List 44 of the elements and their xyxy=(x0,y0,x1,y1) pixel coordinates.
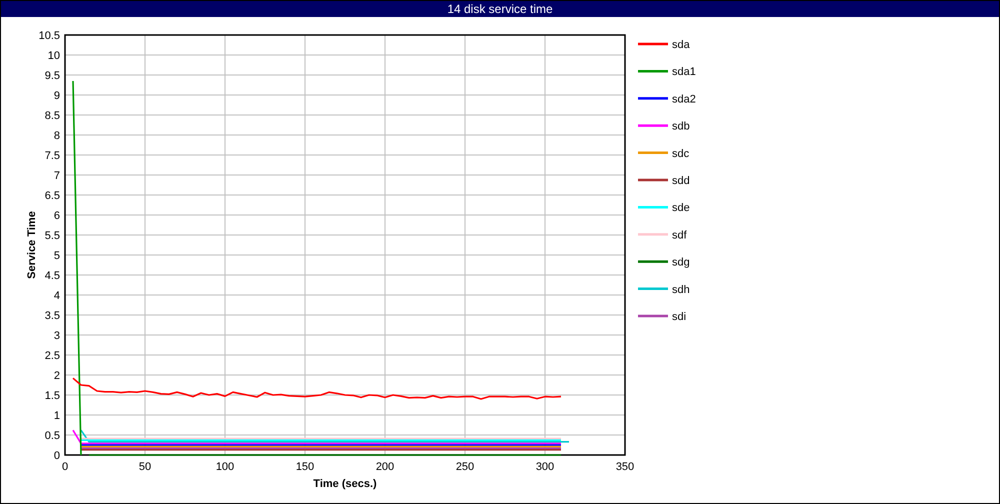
axis-title: Service Time xyxy=(26,211,38,279)
tick-label: 5.5 xyxy=(44,230,60,242)
tick-label: 3 xyxy=(54,330,60,342)
legend-label: sdg xyxy=(672,256,690,269)
legend-label: sdh xyxy=(672,284,690,296)
tick-label: 10.5 xyxy=(38,30,60,42)
tick-label: 4 xyxy=(54,290,60,302)
tick-label: 7 xyxy=(54,170,60,182)
legend-label: sda2 xyxy=(672,93,696,106)
legend-label: sdb xyxy=(672,120,690,133)
tick-label: 10 xyxy=(48,50,60,62)
tick-label: 3.5 xyxy=(44,310,60,322)
tick-label: 100 xyxy=(216,461,234,473)
tick-label: 2.5 xyxy=(44,350,60,362)
tick-label: 6 xyxy=(54,210,60,222)
tick-label: 150 xyxy=(296,461,314,473)
tick-label: 8.5 xyxy=(44,110,60,122)
tick-label: 8 xyxy=(54,130,60,142)
tick-label: 0 xyxy=(62,461,68,473)
tick-label: 4.5 xyxy=(44,270,60,282)
tick-label: 300 xyxy=(536,461,554,473)
tick-label: 50 xyxy=(138,461,152,473)
window-title: 14 disk service time xyxy=(1,1,999,17)
legend-label: sdd xyxy=(672,175,690,187)
tick-label: 6.5 xyxy=(44,190,60,202)
tick-label: 2 xyxy=(54,370,60,382)
legend-label: sda xyxy=(672,39,690,51)
tick-label: 5 xyxy=(54,250,60,262)
axis-title: Time (secs.) xyxy=(313,478,377,490)
tick-label: 9 xyxy=(54,90,60,102)
tick-label: 9.5 xyxy=(44,70,60,82)
tick-label: 1.5 xyxy=(44,390,60,402)
tick-label: 7.5 xyxy=(44,150,60,162)
tick-label: 350 xyxy=(616,461,634,473)
tick-label: 250 xyxy=(456,461,474,473)
tick-label: 200 xyxy=(376,461,394,473)
tick-label: 0 xyxy=(54,450,60,462)
legend-label: sdf xyxy=(672,229,687,242)
tick-label: 1 xyxy=(54,410,60,422)
tick-label: 0.5 xyxy=(44,430,60,442)
legend-label: sdi xyxy=(672,311,686,323)
legend-label: sda1 xyxy=(672,66,696,78)
legend-label: sde xyxy=(672,202,690,214)
legend-label: sdc xyxy=(672,148,690,160)
